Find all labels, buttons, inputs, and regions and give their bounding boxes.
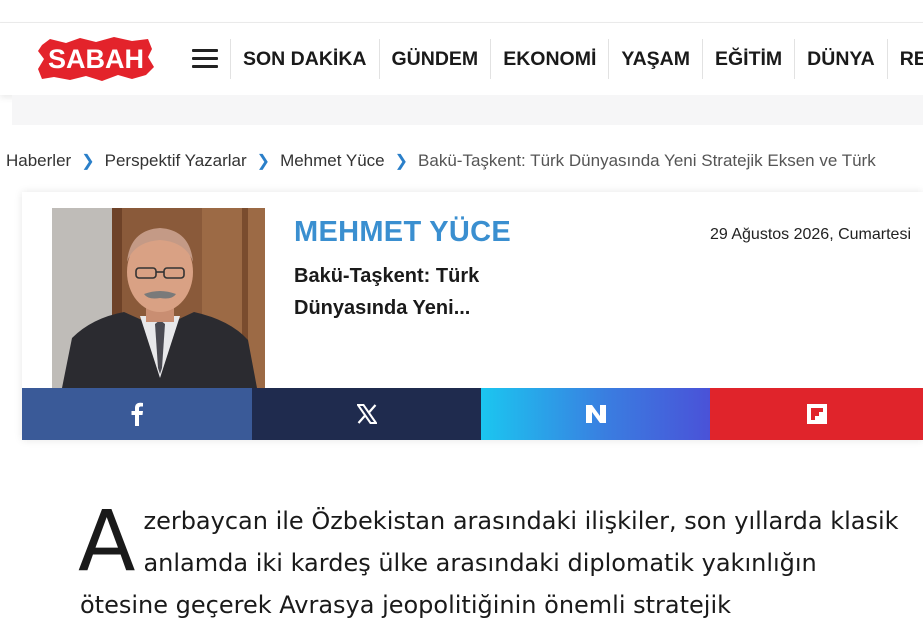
breadcrumb-haberler[interactable]: Haberler xyxy=(6,151,71,171)
n-icon xyxy=(585,405,606,423)
breadcrumb-author[interactable]: Mehmet Yüce xyxy=(280,151,385,171)
x-icon xyxy=(356,404,377,424)
breadcrumb: Haberler ❯ Perspektif Yazarlar ❯ Mehmet … xyxy=(6,148,923,174)
chevron-right-icon: ❯ xyxy=(394,153,409,170)
nav-item-gundem[interactable]: GÜNDEM xyxy=(378,39,491,79)
share-flipboard-button[interactable] xyxy=(710,388,923,440)
nav-item-truncated[interactable]: RE xyxy=(886,39,923,79)
article-paragraph: zerbaycan ile Özbekistan arasındaki iliş… xyxy=(80,507,899,619)
author-photo[interactable] xyxy=(52,208,265,388)
article-body: A zerbaycan ile Özbekistan arasındaki il… xyxy=(78,492,910,626)
share-bar xyxy=(22,388,923,440)
share-newsweek-button[interactable] xyxy=(481,388,710,440)
author-name[interactable]: MEHMET YÜCE xyxy=(294,216,511,249)
nav-item-yasam[interactable]: YAŞAM xyxy=(608,39,702,79)
nav-item-son-dakika[interactable]: SON DAKİKA xyxy=(230,39,379,79)
main-nav: SON DAKİKA GÜNDEM EKONOMİ YAŞAM EĞİTİM D… xyxy=(230,23,923,95)
main-navbar: SABAH SON DAKİKA GÜNDEM EKONOMİ YAŞAM EĞ… xyxy=(0,23,923,95)
nav-item-ekonomi[interactable]: EKONOMİ xyxy=(490,39,608,79)
ad-placeholder xyxy=(12,95,923,125)
breadcrumb-current: Bakü-Taşkent: Türk Dünyasında Yeni Strat… xyxy=(418,151,876,170)
article-title[interactable]: Bakü-Taşkent: Türk Dünyasında Yeni... xyxy=(294,260,554,324)
article-dropcap: A xyxy=(78,492,136,590)
chevron-right-icon: ❯ xyxy=(256,153,271,170)
nav-item-dunya[interactable]: DÜNYA xyxy=(794,39,887,79)
share-x-button[interactable] xyxy=(252,388,481,440)
nav-item-egitim[interactable]: EĞİTİM xyxy=(702,39,794,79)
breadcrumb-perspektif-yazarlar[interactable]: Perspektif Yazarlar xyxy=(105,151,247,171)
author-card: MEHMET YÜCE Bakü-Taşkent: Türk Dünyasınd… xyxy=(22,192,923,440)
chevron-right-icon: ❯ xyxy=(81,153,95,170)
publish-date: 29 Ağustos 2026, Cumartesi xyxy=(709,226,911,243)
sabah-logo[interactable]: SABAH xyxy=(36,35,156,83)
facebook-icon xyxy=(131,402,143,426)
menu-icon[interactable] xyxy=(192,49,218,69)
flipboard-icon xyxy=(806,404,827,424)
share-facebook-button[interactable] xyxy=(22,388,252,440)
logo-text: SABAH xyxy=(48,44,144,74)
